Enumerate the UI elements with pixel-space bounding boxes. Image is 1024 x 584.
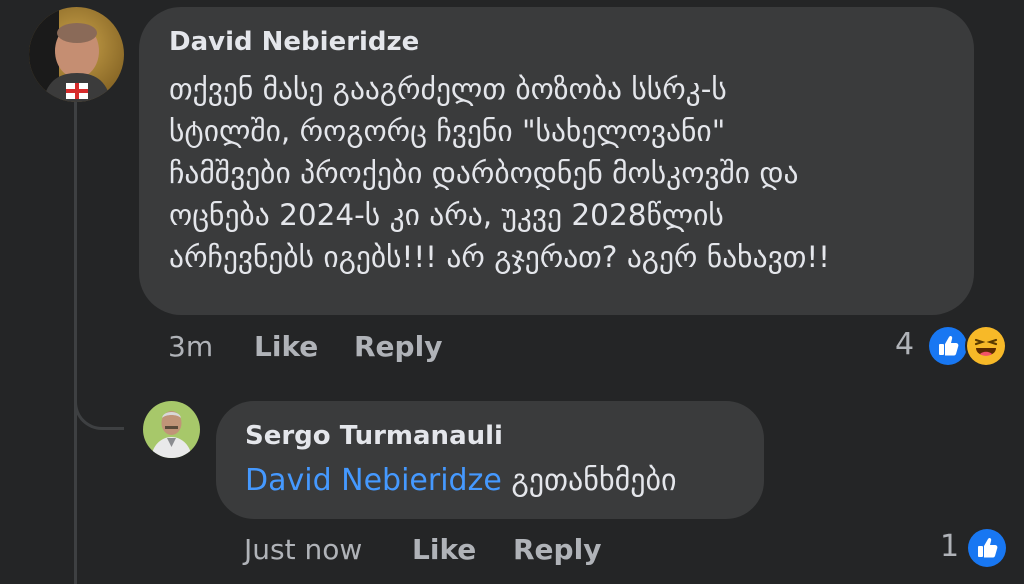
reaction-count: 4 <box>895 327 915 362</box>
reaction-count: 1 <box>940 529 960 564</box>
reply-author-name[interactable]: Sergo Turmanauli <box>245 421 503 451</box>
like-button[interactable]: Like <box>412 533 476 566</box>
mention-link[interactable]: David Nebieridze <box>245 463 502 498</box>
like-icon <box>966 527 1008 569</box>
reply-button[interactable]: Reply <box>513 533 601 566</box>
reply-connector-branch <box>74 330 124 430</box>
like-icon <box>927 325 969 367</box>
comment-text-line: ჩამშვები პროქები დარბოდნენ მოსკოვში და <box>169 156 799 190</box>
comment-text-line: არჩევნებს იგებს!!! არ გჯერათ? აგერ ნახავ… <box>169 240 830 274</box>
reply-timestamp[interactable]: Just now <box>244 533 362 566</box>
comment-text-line: სტილში, როგორც ჩვენი "სახელოვანი" <box>169 114 726 148</box>
reply-message: გეთანხმები <box>501 463 677 498</box>
avatar[interactable] <box>143 401 200 458</box>
comment-text-line: თქვენ მასე გააგრძელთ ბოზობა სსრკ-ს <box>169 72 727 106</box>
profile-photo-david <box>29 7 124 102</box>
reply-text: David Nebieridze გეთანხმები <box>245 460 677 502</box>
comment-text: თქვენ მასე გააგრძელთ ბოზობა სსრკ-ს სტილშ… <box>169 68 959 278</box>
comment-bubble: David Nebieridze თქვენ მასე გააგრძელთ ბო… <box>139 7 974 315</box>
comment-author-name[interactable]: David Nebieridze <box>169 27 419 57</box>
avatar[interactable] <box>29 7 124 102</box>
comment-text-line: ოცნება 2024-ს კი არა, უკვე 2028წლის <box>169 198 724 232</box>
reply-button[interactable]: Reply <box>354 330 442 363</box>
comment-timestamp[interactable]: 3m <box>168 330 213 363</box>
profile-photo-sergo <box>143 401 200 458</box>
haha-icon <box>965 325 1007 367</box>
reply-bubble: Sergo Turmanauli David Nebieridze გეთანხ… <box>216 401 764 519</box>
like-button[interactable]: Like <box>254 330 318 363</box>
reaction-summary[interactable]: 4 <box>895 325 1010 367</box>
comments-thread: David Nebieridze თქვენ მასე გააგრძელთ ბო… <box>0 0 1024 584</box>
reaction-summary[interactable]: 1 <box>938 527 1008 569</box>
